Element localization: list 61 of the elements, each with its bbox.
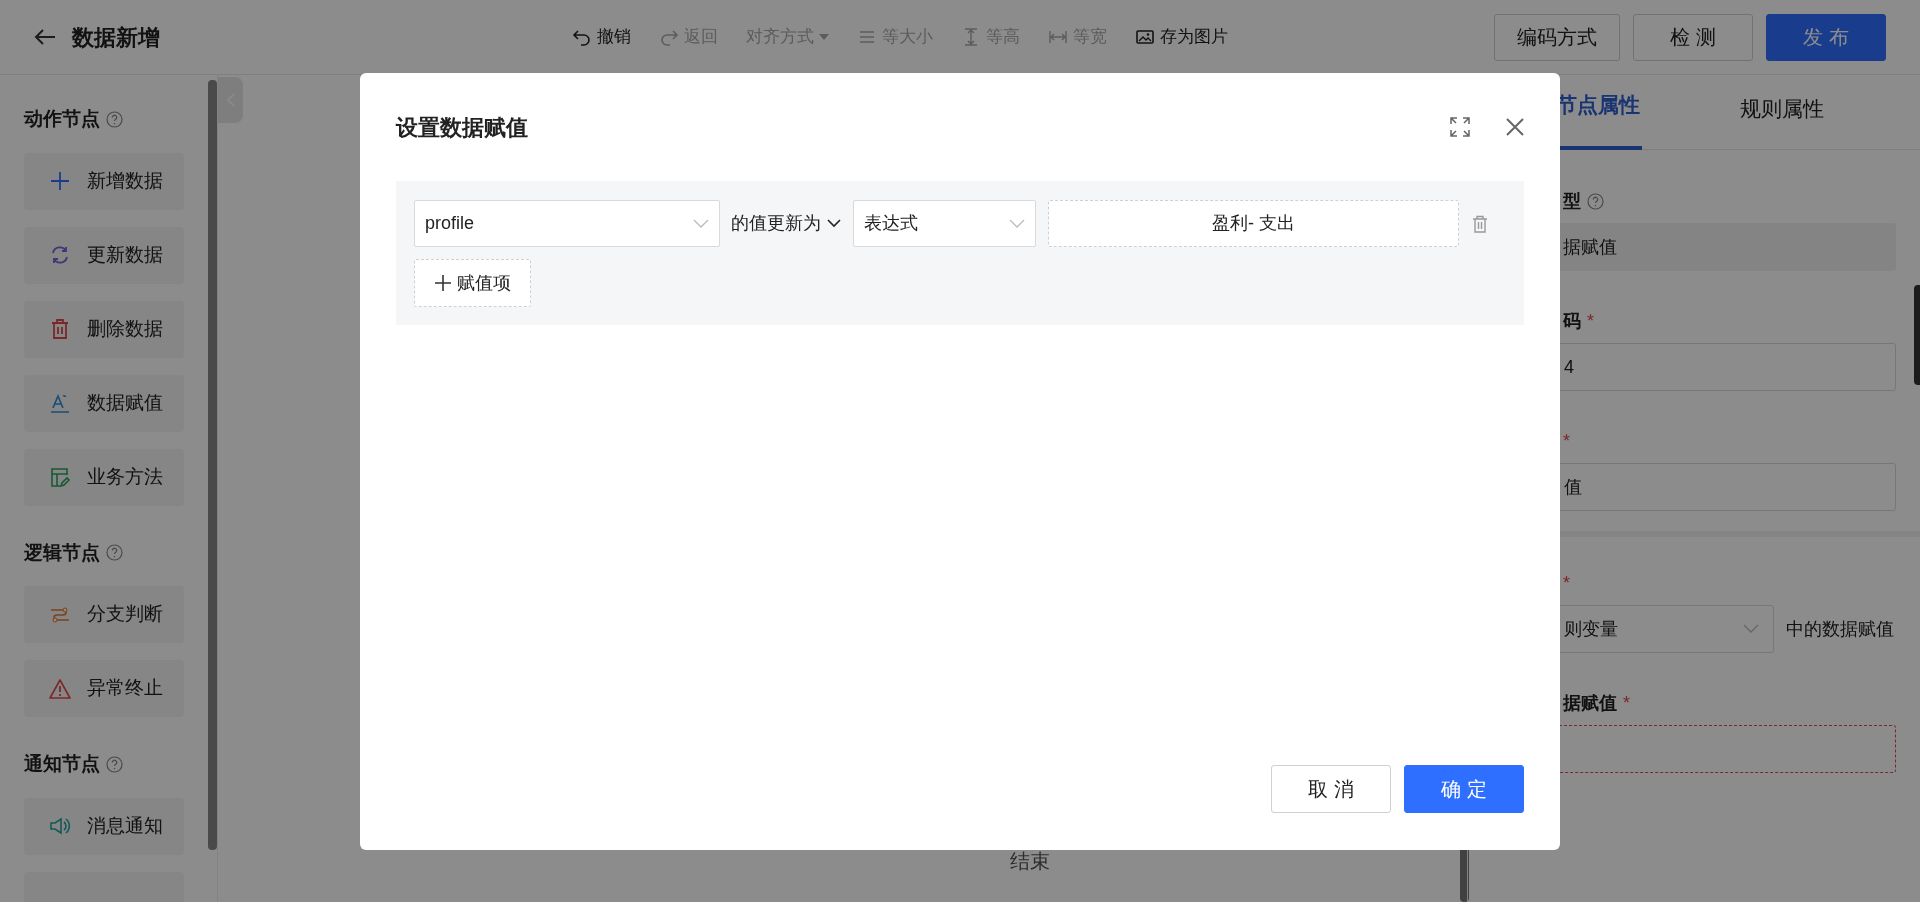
close-icon[interactable] xyxy=(1506,118,1524,136)
text-style-icon xyxy=(49,392,71,414)
section-title: 动作节点 xyxy=(24,107,100,131)
redo-icon xyxy=(659,27,679,47)
dialog-title: 设置数据赋值 xyxy=(396,113,528,142)
chevron-down-icon xyxy=(693,218,709,229)
publish-button[interactable]: 发 布 xyxy=(1766,13,1886,61)
help-icon xyxy=(106,544,123,562)
caret-down-icon xyxy=(819,34,829,40)
sidebar-item[interactable]: 数据赋值 xyxy=(24,374,184,432)
speaker-icon xyxy=(49,815,71,837)
field-label: 据赋值 xyxy=(1563,691,1617,715)
plus-icon xyxy=(434,275,451,291)
toolbar-button[interactable]: 存为图片 xyxy=(1135,24,1228,50)
fullscreen-icon[interactable] xyxy=(1450,117,1470,137)
page-title: 数据新增 xyxy=(72,23,161,52)
chevron-down-icon xyxy=(1743,624,1759,634)
table-edit-icon xyxy=(49,466,71,488)
select-field[interactable]: profile xyxy=(414,200,720,247)
section-title: 通知节点 xyxy=(24,752,100,776)
sidebar-item[interactable]: 异常终止 xyxy=(24,660,184,717)
help-icon xyxy=(106,110,123,128)
select-field[interactable]: 表达式 xyxy=(853,200,1036,247)
sidebar-item[interactable]: 分支判断 xyxy=(24,586,184,643)
field-label: 码 xyxy=(1563,309,1581,333)
refresh-icon xyxy=(49,244,71,266)
tab[interactable]: 规则属性 xyxy=(1642,75,1842,150)
undo-icon xyxy=(572,27,592,47)
cancel-button[interactable]: 取 消 xyxy=(1271,765,1391,813)
help-icon xyxy=(1587,192,1604,210)
sidebar-item[interactable]: 新增数据 xyxy=(24,152,184,210)
back-arrow-icon[interactable] xyxy=(34,28,56,46)
toolbar-button[interactable]: 检 测 xyxy=(1633,13,1753,61)
section-title: 逻辑节点 xyxy=(24,540,100,565)
toolbar-button[interactable]: 撤销 xyxy=(572,24,631,50)
toolbar-button[interactable]: 编码方式 xyxy=(1494,13,1620,61)
trash-icon xyxy=(49,318,71,340)
required-mark: * xyxy=(1563,571,1570,595)
required-mark: * xyxy=(1563,429,1570,453)
plus-icon xyxy=(49,170,71,192)
chevron-down-icon xyxy=(1009,218,1025,229)
chevron-down-icon xyxy=(827,219,841,228)
sidebar-item[interactable]: 更新数据 xyxy=(24,226,184,284)
node-label: 结束 xyxy=(1010,849,1050,874)
add-button[interactable]: 赋值项 xyxy=(414,259,531,307)
required-mark: * xyxy=(1587,309,1594,333)
field-label: 型 xyxy=(1563,189,1581,213)
side-handle[interactable] xyxy=(1914,285,1920,385)
trash-icon[interactable] xyxy=(1472,214,1488,233)
dropdown-link[interactable]: 的值更新为 xyxy=(731,210,841,237)
expression-field[interactable]: 盈利- 支出 xyxy=(1048,200,1459,247)
image-icon xyxy=(1135,27,1155,47)
sidebar-item[interactable]: 业务方法 xyxy=(24,448,184,506)
confirm-button[interactable]: 确 定 xyxy=(1404,765,1524,813)
scrollbar[interactable] xyxy=(208,80,217,850)
help-icon xyxy=(106,755,123,773)
field-suffix: 中的数据赋值 xyxy=(1786,617,1894,641)
sidebar-item[interactable]: 消息通知 xyxy=(24,797,184,855)
sidebar-item[interactable]: 删除数据 xyxy=(24,300,184,358)
required-mark: * xyxy=(1623,691,1630,715)
warning-icon xyxy=(49,677,71,700)
